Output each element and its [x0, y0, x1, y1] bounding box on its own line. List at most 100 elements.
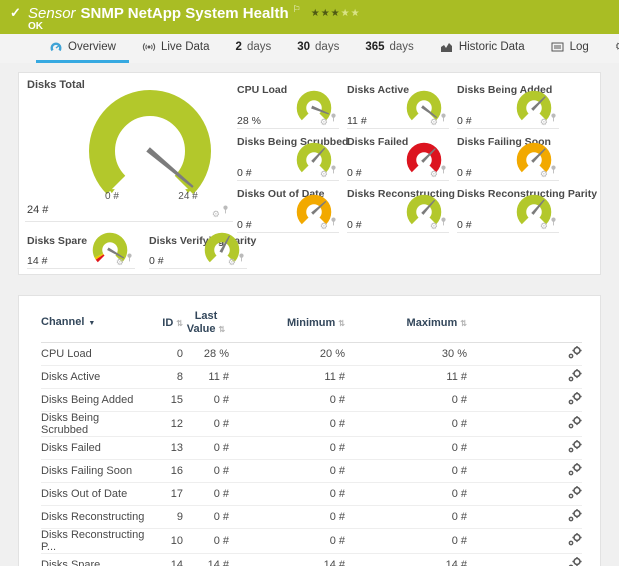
table-row-disks-failing-soon: Disks Failing Soon160 #0 #0 # — [41, 460, 582, 483]
channel-name[interactable]: Disks Being Scrubbed — [41, 412, 149, 437]
table-row-disks-being-scrubbed: Disks Being Scrubbed120 #0 #0 # — [41, 412, 582, 437]
table-header-row: Channel▼ID⇅Last Value⇅Minimum⇅Maximum⇅ — [41, 304, 582, 343]
channel-settings-button[interactable] — [568, 440, 582, 456]
gauge-panel-disks-verifying-parity: Disks Verifying Parity0 #⚙ — [147, 235, 249, 269]
channel-settings-button[interactable] — [568, 486, 582, 502]
sort-icon: ⇅ — [219, 325, 226, 334]
tab-30-days[interactable]: 30days — [284, 34, 352, 63]
channel-id: 0 — [149, 343, 183, 366]
channel-name[interactable]: Disks Reconstructing — [41, 506, 149, 529]
channel-settings-button[interactable] — [568, 509, 582, 525]
channel-last-value: 14 # — [183, 554, 229, 566]
tab-number: 2 — [236, 41, 242, 53]
channel-last-value: 28 % — [183, 343, 229, 366]
pin-icon[interactable] — [330, 109, 337, 127]
tab-live-data[interactable]: Live Data — [129, 34, 223, 63]
pin-icon[interactable] — [440, 213, 447, 231]
star-filled-icon: ★ — [321, 8, 331, 19]
table-row-disks-being-added: Disks Being Added150 #0 #0 # — [41, 389, 582, 412]
channel-name[interactable]: Disks Active — [41, 366, 149, 389]
panel-separator — [457, 128, 559, 129]
gauge-title: CPU Load — [237, 84, 287, 96]
table-row-disks-reconstructing: Disks Reconstructing90 #0 #0 # — [41, 506, 582, 529]
pin-icon[interactable] — [126, 249, 133, 267]
panel-icons: ⚙ — [540, 213, 557, 231]
priority-star-rating[interactable]: ★★★★★ — [311, 8, 361, 19]
col-header-minimum[interactable]: Minimum⇅ — [229, 304, 345, 343]
gear-icon[interactable]: ⚙ — [430, 170, 438, 179]
channel-settings-button[interactable] — [568, 557, 582, 566]
pin-icon[interactable] — [550, 109, 557, 127]
tab-settings[interactable]: ⚙Settings — [602, 34, 619, 63]
column-label: Minimum — [287, 317, 335, 329]
channel-settings-button[interactable] — [568, 369, 582, 385]
pin-icon[interactable] — [222, 201, 229, 219]
channel-name[interactable]: Disks Failing Soon — [41, 460, 149, 483]
gear-icon[interactable]: ⚙ — [116, 258, 124, 267]
gear-icon[interactable]: ⚙ — [212, 210, 220, 219]
panel-separator — [457, 232, 559, 233]
gear-icon[interactable]: ⚙ — [320, 118, 328, 127]
channel-minimum: 14 # — [229, 554, 345, 566]
channel-minimum: 0 # — [229, 389, 345, 412]
col-header-maximum[interactable]: Maximum⇅ — [345, 304, 467, 343]
table-row-disks-active: Disks Active811 #11 #11 # — [41, 366, 582, 389]
channel-last-value: 11 # — [183, 366, 229, 389]
channel-settings-button[interactable] — [568, 392, 582, 408]
page-title: SNMP NetApp System Health — [81, 5, 289, 22]
panel-icons: ⚙ — [320, 109, 337, 127]
gear-icon[interactable]: ⚙ — [540, 118, 548, 127]
gear-icon[interactable]: ⚙ — [228, 258, 236, 267]
channel-name[interactable]: Disks Failed — [41, 437, 149, 460]
channel-actions-cell — [467, 483, 582, 506]
channel-name[interactable]: CPU Load — [41, 343, 149, 366]
col-header-id[interactable]: ID⇅ — [149, 304, 183, 343]
gauge-panel-disks-being-scrubbed: Disks Being Scrubbed0 #⚙ — [235, 133, 341, 181]
channel-name[interactable]: Disks Spare — [41, 554, 149, 566]
gauge-value: 0 # — [457, 219, 472, 231]
channel-settings-button[interactable] — [568, 346, 582, 362]
gauge-panel-disks-spare: Disks Spare14 #⚙ — [25, 235, 137, 269]
channel-name[interactable]: Disks Being Added — [41, 389, 149, 412]
pin-icon[interactable] — [440, 109, 447, 127]
channel-minimum: 0 # — [229, 460, 345, 483]
tab-2-days[interactable]: 2days — [223, 34, 285, 63]
column-label: ID — [162, 317, 173, 329]
col-header-channel[interactable]: Channel▼ — [41, 304, 149, 343]
channel-name[interactable]: Disks Reconstructing P... — [41, 529, 149, 554]
gear-icon[interactable]: ⚙ — [430, 222, 438, 231]
tab-historic-data[interactable]: Historic Data — [427, 34, 538, 63]
gear-icon[interactable]: ⚙ — [540, 170, 548, 179]
tab-overview[interactable]: Overview — [36, 34, 129, 63]
channel-settings-button[interactable] — [568, 533, 582, 549]
pin-icon[interactable] — [330, 161, 337, 179]
gear-icon[interactable]: ⚙ — [320, 170, 328, 179]
gauge-panel-disks-active: Disks Active11 #⚙ — [345, 81, 451, 129]
pin-icon[interactable] — [440, 161, 447, 179]
tab-365-days[interactable]: 365days — [352, 34, 426, 63]
channel-actions-cell — [467, 343, 582, 366]
gear-icon[interactable]: ⚙ — [320, 222, 328, 231]
gear-icon[interactable]: ⚙ — [430, 118, 438, 127]
pin-icon[interactable] — [238, 249, 245, 267]
panel-icons: ⚙ — [430, 109, 447, 127]
panel-separator — [237, 128, 339, 129]
prtg-sensor-page: ✓ SensorSNMP NetApp System Health⚐★★★★★ … — [0, 0, 619, 566]
pin-icon[interactable] — [550, 213, 557, 231]
channel-name[interactable]: Disks Out of Date — [41, 483, 149, 506]
col-header-last-value[interactable]: Last Value⇅ — [183, 304, 229, 343]
channel-id: 15 — [149, 389, 183, 412]
channel-settings-button[interactable] — [568, 463, 582, 479]
channel-settings-button[interactable] — [568, 416, 582, 432]
pin-icon[interactable] — [550, 161, 557, 179]
gauge-panel-disks-total: Disks Total0 #24 #24 #⚙ — [25, 77, 233, 222]
channel-maximum: 0 # — [345, 483, 467, 506]
tab-log[interactable]: Log — [538, 34, 602, 63]
star-filled-icon: ★ — [311, 8, 321, 19]
gear-icon[interactable]: ⚙ — [540, 222, 548, 231]
flag-icon[interactable]: ⚐ — [293, 4, 301, 14]
pin-icon[interactable] — [330, 213, 337, 231]
channel-last-value: 0 # — [183, 389, 229, 412]
channel-last-value: 0 # — [183, 506, 229, 529]
channel-actions-cell — [467, 529, 582, 554]
